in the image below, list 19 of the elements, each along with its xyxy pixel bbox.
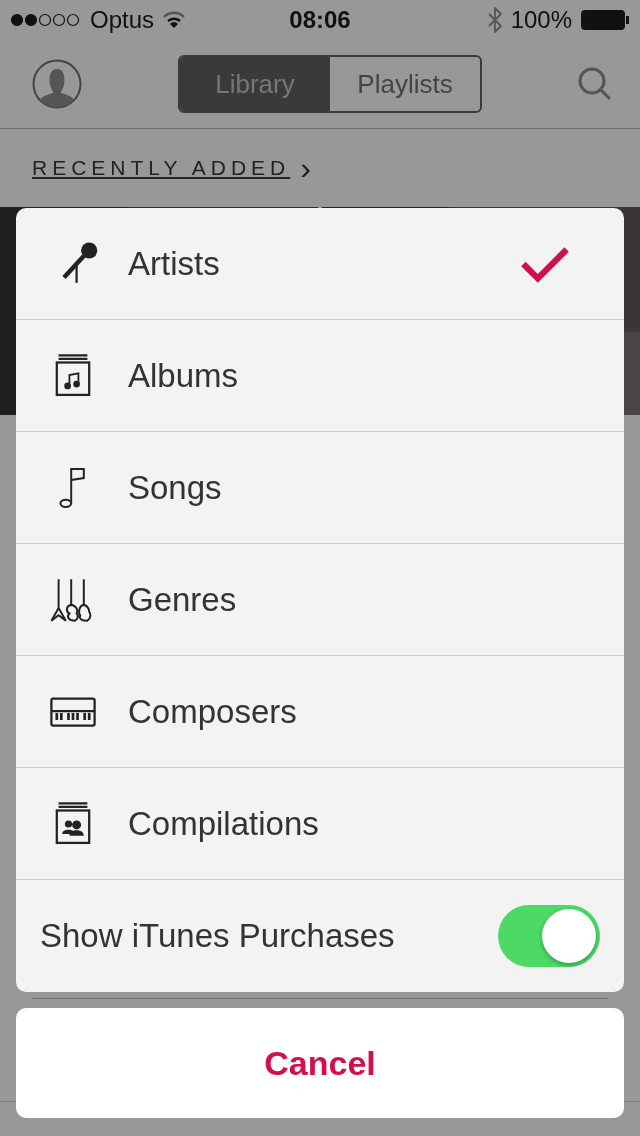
menu-item[interactable]: Compilations <box>16 767 624 880</box>
section-link[interactable]: RECENTLY ADDED <box>32 156 291 180</box>
carrier-name: Optus <box>90 6 155 34</box>
chevron: › <box>300 149 311 187</box>
toggle-label: Show iTunes Purchases <box>39 917 396 955</box>
wifi-icon <box>162 11 187 29</box>
bluetooth-icon <box>486 7 503 33</box>
battery-icon <box>580 9 630 31</box>
menu-item[interactable]: Genres <box>16 543 624 656</box>
battery-percent: 100% <box>510 6 572 34</box>
signal-icon <box>10 13 82 27</box>
menu-item[interactable]: Composers <box>16 655 624 768</box>
profile-icon[interactable] <box>32 59 82 109</box>
menu-item[interactable]: Artists <box>16 208 624 320</box>
cancel-button[interactable]: Cancel <box>16 1008 624 1118</box>
search-icon[interactable] <box>578 67 612 101</box>
status-time: 08:06 <box>289 6 351 34</box>
menu-item[interactable]: Songs <box>16 431 624 544</box>
menu-item[interactable]: Albums <box>16 319 624 432</box>
